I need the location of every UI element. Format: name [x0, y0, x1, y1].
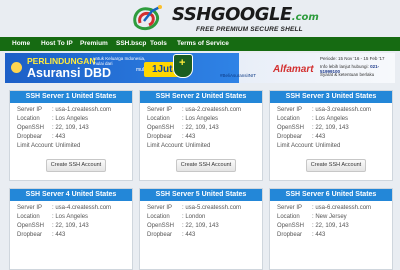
- openssh-label: OpenSSH: [17, 125, 45, 131]
- limit-label: Limit Account: [147, 143, 183, 149]
- dropbear-value: : 443: [312, 232, 326, 238]
- create-ssh-account-button[interactable]: Create SSH Account: [306, 159, 366, 172]
- dropbear-value: : 443: [182, 232, 196, 238]
- dropbear-value: : 443: [182, 134, 196, 140]
- limit-value: : Unlimited: [182, 143, 211, 149]
- banner-hashtag: #BeliAsuransiINIT: [220, 73, 257, 78]
- server-card-3: SSH Server 3 United States Server IP : us…: [269, 90, 393, 181]
- location-value: : Los Angeles: [52, 116, 89, 122]
- server-card-1: SSH Server 1 United States Server IP : us…: [9, 90, 133, 181]
- server-title: SSH Server 3 United States: [270, 91, 392, 103]
- location-value: : Los Angeles: [52, 214, 89, 220]
- site-header: SSHGOOGLE.com FREE PREMIUM SECURE SHELL: [0, 0, 400, 36]
- limit-label: Limit Account: [277, 143, 313, 149]
- openssh-value: : 22, 109, 143: [52, 223, 89, 229]
- location-label: Location: [17, 116, 40, 122]
- server-ip-value: : usa-6.createssh.com: [312, 205, 372, 211]
- server-ip-value: : usa-1.createssh.com: [52, 107, 112, 113]
- location-value: : New Jersey: [312, 214, 347, 220]
- banner-period: Periode: 15 Nov '16 - 15 Feb '17: [320, 56, 385, 61]
- server-ip-label: Server IP: [17, 107, 43, 113]
- banner-title: PERLINDUNGAN: [27, 56, 96, 66]
- banner-brand: Alfamart: [273, 64, 314, 75]
- logo-text[interactable]: SSHGOOGLE.com: [172, 6, 319, 27]
- dropbear-label: Dropbear: [147, 134, 173, 140]
- server-title: SSH Server 4 United States: [10, 189, 132, 201]
- site-tagline: FREE PREMIUM SECURE SHELL: [196, 26, 303, 33]
- location-label: Location: [17, 214, 40, 220]
- nav-tools[interactable]: Tools: [150, 37, 167, 51]
- banner-headline: Asuransi DBD: [27, 66, 112, 80]
- dropbear-value: : 443: [52, 134, 66, 140]
- server-ip-label: Server IP: [147, 205, 173, 211]
- openssh-label: OpenSSH: [277, 223, 305, 229]
- limit-label: Limit Account: [17, 143, 53, 149]
- server-ip-label: Server IP: [147, 107, 173, 113]
- logo-icon[interactable]: [130, 3, 170, 33]
- plus-icon: +: [179, 57, 186, 69]
- openssh-value: : 22, 109, 143: [312, 223, 349, 229]
- location-label: Location: [277, 116, 300, 122]
- limit-value: : Unlimited: [312, 143, 341, 149]
- nav-host-to-ip[interactable]: Host To IP: [41, 37, 73, 51]
- openssh-value: : 22, 109, 143: [312, 125, 349, 131]
- create-ssh-account-button[interactable]: Create SSH Account: [176, 159, 236, 172]
- dropbear-label: Dropbear: [277, 134, 303, 140]
- dropbear-label: Dropbear: [147, 232, 173, 238]
- openssh-label: OpenSSH: [147, 223, 175, 229]
- server-title: SSH Server 1 United States: [10, 91, 132, 103]
- dropbear-value: : 443: [312, 134, 326, 140]
- nav-ssh-bscp[interactable]: SSH.bscp: [116, 37, 146, 51]
- server-ip-label: Server IP: [277, 107, 303, 113]
- nav-premium[interactable]: Premium: [80, 37, 108, 51]
- server-ip-label: Server IP: [277, 205, 303, 211]
- server-title: SSH Server 6 United States: [270, 189, 392, 201]
- location-label: Location: [277, 214, 300, 220]
- server-ip-value: : usa-5.createssh.com: [182, 205, 242, 211]
- limit-value: : Unlimited: [52, 143, 81, 149]
- location-value: : London: [182, 214, 206, 220]
- openssh-value: : 22, 109, 143: [182, 223, 219, 229]
- server-ip-label: Server IP: [17, 205, 43, 211]
- server-title: SSH Server 2 United States: [140, 91, 262, 103]
- location-value: : Los Angeles: [182, 116, 219, 122]
- location-value: : Los Angeles: [312, 116, 349, 122]
- brand-icon: [11, 62, 22, 73]
- server-card-4: SSH Server 4 United States Server IP : us…: [9, 188, 133, 270]
- openssh-value: : 22, 109, 143: [182, 125, 219, 131]
- banner-terms: Syarat & ketentuan berlaku: [320, 72, 375, 77]
- dropbear-value: : 443: [52, 232, 66, 238]
- location-label: Location: [147, 214, 170, 220]
- openssh-value: : 22, 109, 143: [52, 125, 89, 131]
- server-card-5: SSH Server 5 United States Server IP : us…: [139, 188, 263, 270]
- server-ip-value: : usa-4.createssh.com: [52, 205, 112, 211]
- location-label: Location: [147, 116, 170, 122]
- server-ip-value: : usa-3.createssh.com: [312, 107, 372, 113]
- nav-home[interactable]: Home: [12, 37, 30, 51]
- main-nav: Home Host To IP Premium SSH.bscp Tools T…: [0, 37, 400, 51]
- server-card-6: SSH Server 6 United States Server IP : us…: [269, 188, 393, 270]
- dropbear-label: Dropbear: [17, 232, 43, 238]
- openssh-label: OpenSSH: [147, 125, 175, 131]
- openssh-label: OpenSSH: [17, 223, 45, 229]
- ad-banner[interactable]: PERLINDUNGAN untuk Keluarga Indonesia, m…: [5, 53, 395, 83]
- server-ip-value: : usa-2.createssh.com: [182, 107, 242, 113]
- dropbear-label: Dropbear: [277, 232, 303, 238]
- dropbear-label: Dropbear: [17, 134, 43, 140]
- openssh-label: OpenSSH: [277, 125, 305, 131]
- server-card-2: SSH Server 2 United States Server IP : us…: [139, 90, 263, 181]
- create-ssh-account-button[interactable]: Create SSH Account: [46, 159, 106, 172]
- nav-terms[interactable]: Terms of Service: [177, 37, 229, 51]
- server-title: SSH Server 5 United States: [140, 189, 262, 201]
